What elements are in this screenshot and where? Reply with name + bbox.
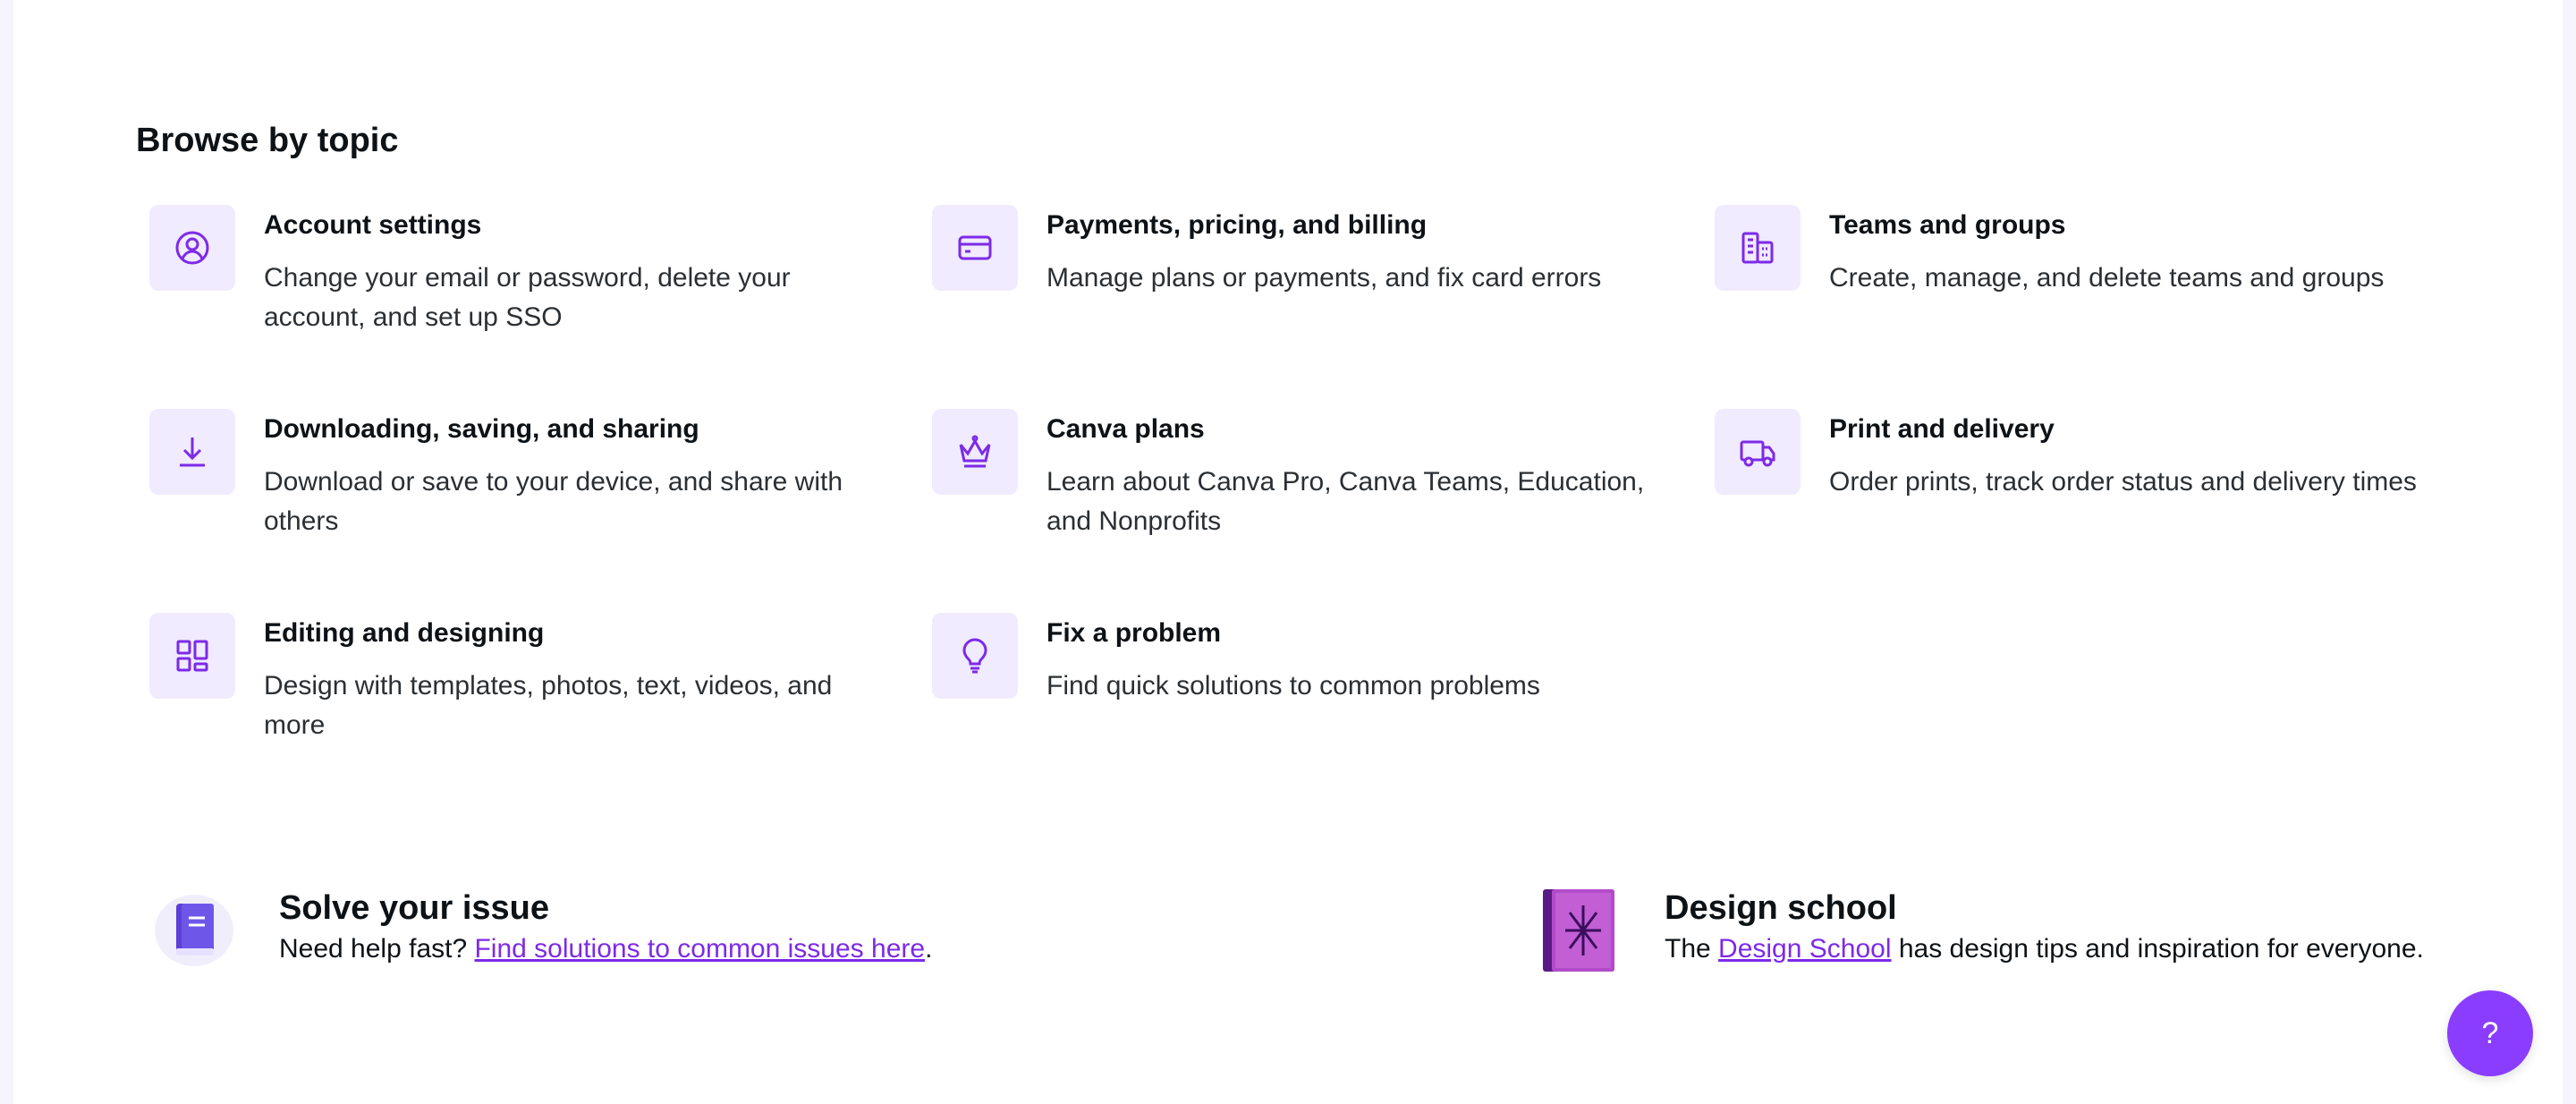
solve-issue-prefix: Need help fast?: [279, 934, 475, 964]
design-school-suffix: has design tips and inspiration for ever…: [1891, 934, 2424, 964]
topic-card-print-delivery[interactable]: Print and delivery Order prints, track o…: [1715, 409, 2448, 570]
topic-title: Fix a problem: [1046, 618, 1222, 648]
lightbulb-icon: [932, 613, 1018, 699]
solve-issue-text: Need help fast? Find solutions to common…: [279, 934, 932, 964]
topic-card-downloading[interactable]: Downloading, saving, and sharing Downloa…: [149, 409, 883, 570]
topic-description: Design with templates, photos, text, vid…: [264, 671, 833, 740]
design-school-prefix: The: [1665, 934, 1719, 964]
design-school-text: The Design School has design tips and in…: [1665, 934, 2424, 964]
topic-title: Print and delivery: [1829, 414, 2055, 444]
topic-title: Canva plans: [1046, 414, 1205, 444]
building-icon: [1715, 205, 1801, 291]
topic-card-teams[interactable]: Teams and groups Create, manage, and del…: [1715, 205, 2448, 366]
help-center-page: Browse by topic Account settings Change …: [13, 0, 2563, 1104]
topic-description: Order prints, track order status and del…: [1829, 467, 2417, 497]
common-issues-link[interactable]: Find solutions to common issues here: [474, 934, 925, 964]
topic-description: Manage plans or payments, and fix card e…: [1046, 263, 1602, 293]
topic-description: Create, manage, and delete teams and gro…: [1829, 263, 2385, 293]
topic-card-canva-plans[interactable]: Canva plans Learn about Canva Pro, Canva…: [932, 409, 1665, 570]
layout-grid-icon: [149, 613, 235, 699]
design-school-book-illustration: [1536, 886, 1620, 975]
topic-title: Payments, pricing, and billing: [1046, 210, 1428, 240]
topic-card-payments[interactable]: Payments, pricing, and billing Manage pl…: [932, 205, 1665, 366]
topic-title: Teams and groups: [1829, 210, 2066, 240]
design-school-title: Design school: [1665, 889, 1897, 927]
credit-card-icon: [932, 205, 1018, 291]
topic-description: Download or save to your device, and sha…: [264, 467, 843, 536]
topic-title: Account settings: [264, 210, 482, 240]
download-icon: [149, 409, 235, 495]
topic-card-editing[interactable]: Editing and designing Design with templa…: [149, 613, 883, 774]
crown-icon: [932, 409, 1018, 495]
topic-card-account-settings[interactable]: Account settings Change your email or pa…: [149, 205, 883, 366]
solve-issue-illustration: [149, 884, 239, 973]
account-circle-icon: [149, 205, 235, 291]
browse-by-topic-heading: Browse by topic: [136, 122, 399, 159]
topic-description: Change your email or password, delete yo…: [264, 263, 791, 332]
topic-title: Downloading, saving, and sharing: [264, 414, 699, 444]
topic-description: Learn about Canva Pro, Canva Teams, Educ…: [1046, 467, 1645, 536]
design-school-link[interactable]: Design School: [1718, 934, 1891, 964]
topic-title: Editing and designing: [264, 618, 545, 648]
topic-description: Find quick solutions to common problems: [1046, 671, 1540, 701]
truck-icon: [1715, 409, 1801, 495]
help-button[interactable]: ?: [2447, 990, 2533, 1076]
solve-issue-suffix: .: [925, 934, 933, 964]
solve-issue-title: Solve your issue: [279, 889, 550, 927]
topic-card-fix-problem[interactable]: Fix a problem Find quick solutions to co…: [932, 613, 1665, 774]
